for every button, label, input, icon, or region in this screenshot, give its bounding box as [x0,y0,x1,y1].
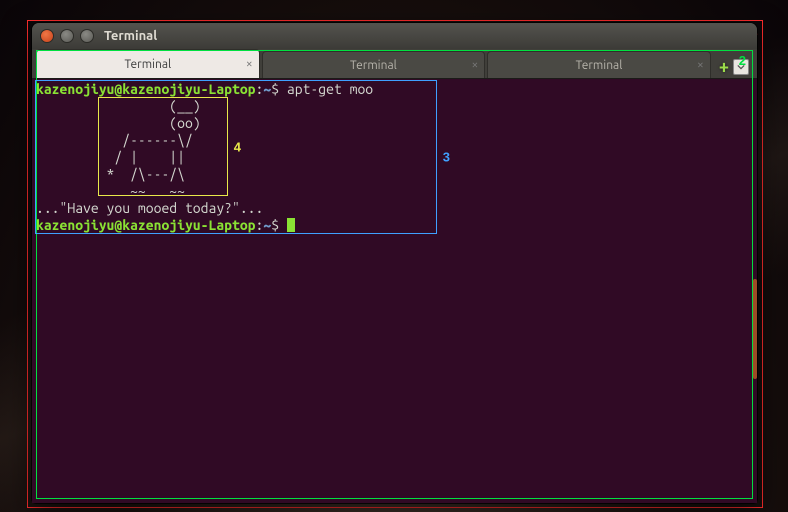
tab-label: Terminal [124,58,171,71]
tab-close-icon[interactable]: × [697,59,704,72]
scrollbar-thumb[interactable] [753,279,757,379]
terminal-area[interactable]: kazenojiyu@kazenojiyu-Laptop:~$ apt-get … [32,78,757,503]
terminal-window: Terminal Terminal × Terminal × Terminal … [32,23,757,503]
output-line: * /\---/\ [36,166,193,182]
prompt-user-host: kazenojiyu@kazenojiyu-Laptop [36,217,256,233]
tab-actions: + [713,58,753,78]
window-titlebar[interactable]: Terminal [32,23,757,49]
tab-3[interactable]: Terminal × [487,51,711,78]
command-text: apt-get moo [287,81,373,97]
window-title: Terminal [104,29,157,43]
tab-label: Terminal [350,59,397,72]
chevron-down-icon [737,64,745,70]
prompt-user-host: kazenojiyu@kazenojiyu-Laptop [36,81,256,97]
command-text [279,81,287,97]
output-line: (oo) [36,115,208,131]
tab-1[interactable]: Terminal × [36,49,260,78]
prompt-symbol: $ [271,217,279,233]
tab-label: Terminal [576,59,623,72]
terminal-cursor [287,218,295,232]
prompt-symbol: $ [271,81,279,97]
output-line: ..."Have you mooed today?"... [36,200,263,216]
window-close-button[interactable] [40,29,54,43]
window-minimize-button[interactable] [60,29,74,43]
tab-menu-button[interactable] [733,59,749,75]
output-line: / | || [36,149,208,165]
window-buttons [40,29,94,43]
tab-close-icon[interactable]: × [246,58,253,71]
tab-close-icon[interactable]: × [471,59,478,72]
tab-bar: Terminal × Terminal × Terminal × + [32,49,757,78]
plus-icon: + [719,57,729,77]
output-line: (__) [36,98,208,114]
new-tab-button[interactable]: + [719,58,729,76]
terminal-content[interactable]: kazenojiyu@kazenojiyu-Laptop:~$ apt-get … [32,79,757,236]
output-line: ~~ ~~ [36,183,208,199]
window-maximize-button[interactable] [80,29,94,43]
tab-2[interactable]: Terminal × [262,51,486,78]
desktop-background: 1 Terminal Terminal × Terminal × Termina… [0,0,788,512]
output-line: /------\/ [36,132,201,148]
